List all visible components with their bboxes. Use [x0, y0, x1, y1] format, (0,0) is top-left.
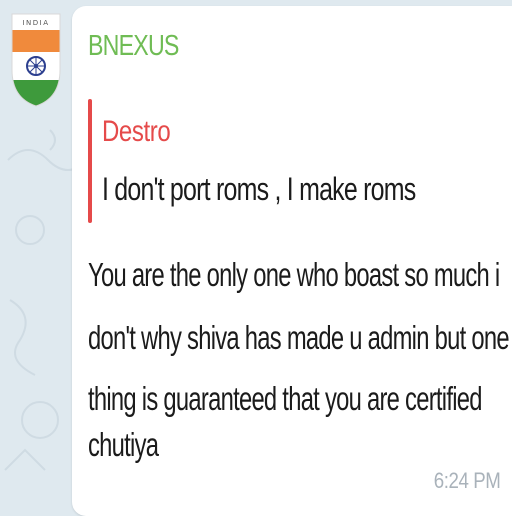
india-flag-icon: INDIA [11, 13, 61, 107]
message-text-line: chutiya [88, 426, 159, 463]
reply-accent-bar [88, 99, 92, 223]
reply-preview[interactable]: Destro I don't port roms , I make roms [88, 99, 488, 224]
message-text-line: thing is guaranteed that you are certifi… [88, 380, 482, 417]
message-text-line: You are the only one who boast so much i [88, 256, 500, 293]
message-bubble[interactable]: BNEXUS Destro I don't port roms , I make… [72, 6, 512, 516]
message-text-line: don't why shiva has made u admin but one [88, 319, 510, 356]
avatar-badge-text: INDIA [22, 19, 49, 27]
sender-avatar[interactable]: INDIA [8, 8, 64, 108]
message-timestamp: 6:24 PM [433, 468, 500, 493]
reply-author: Destro [102, 115, 171, 148]
reply-text: I don't port roms , I make roms [102, 171, 416, 207]
sender-name[interactable]: BNEXUS [88, 30, 179, 63]
